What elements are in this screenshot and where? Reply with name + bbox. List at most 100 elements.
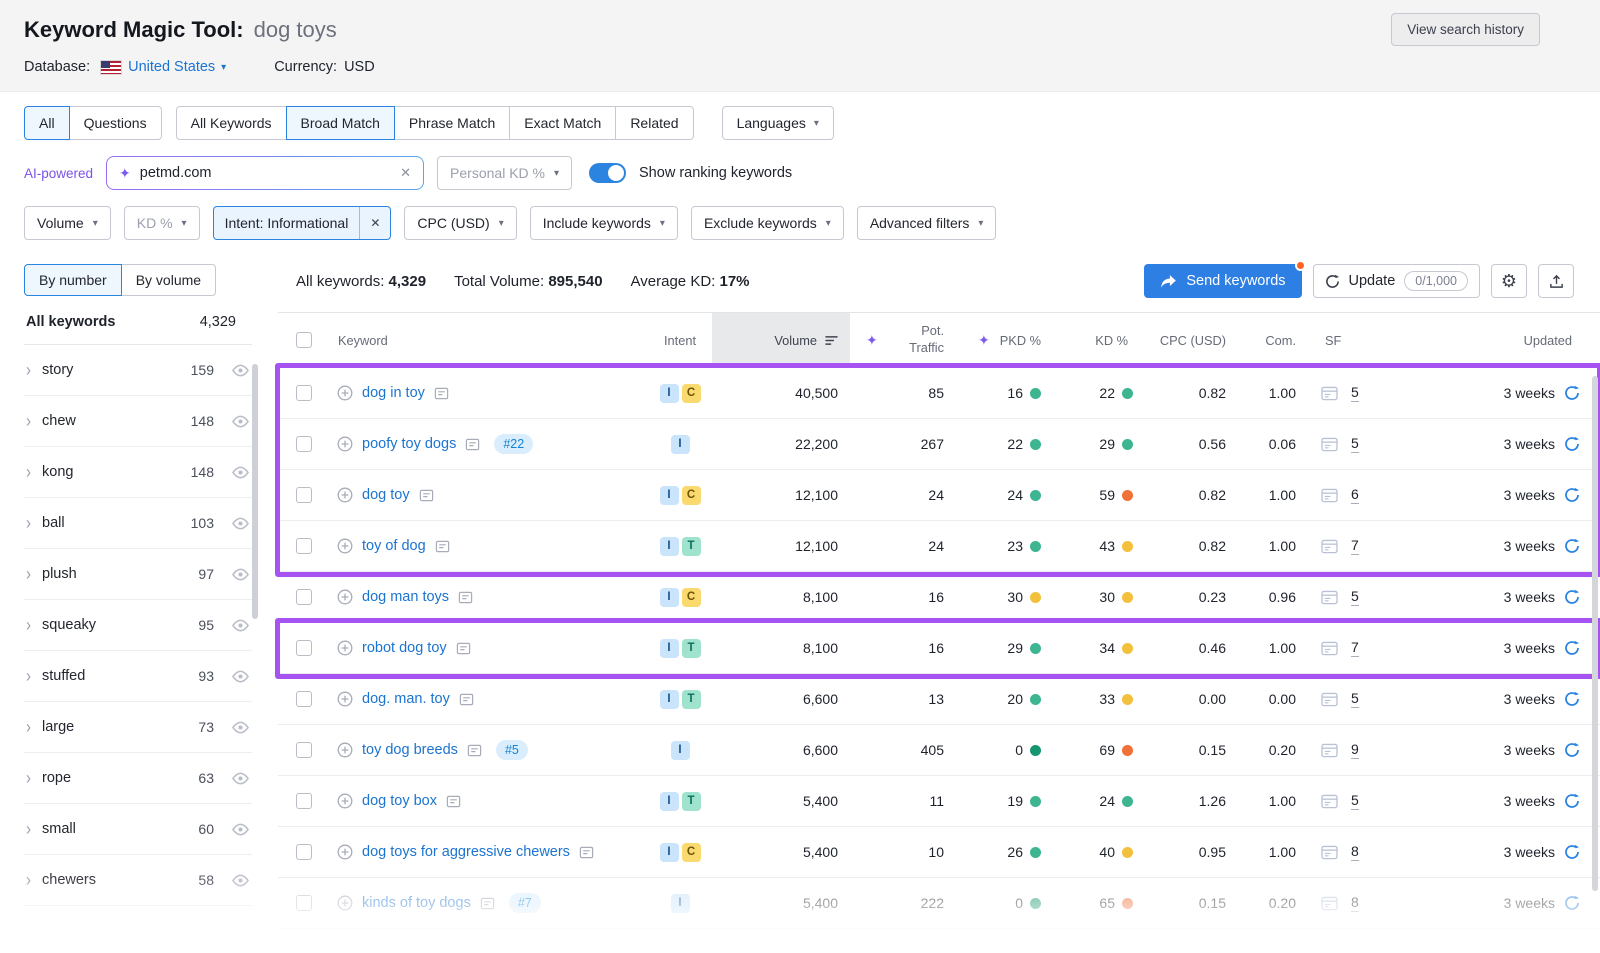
sidebar-group-item[interactable]: › chew 148 bbox=[24, 396, 252, 447]
keyword-link[interactable]: robot dog toy bbox=[362, 640, 447, 656]
sidebar-group-item[interactable]: › squeaky 95 bbox=[24, 600, 252, 651]
add-keyword-icon[interactable] bbox=[337, 844, 353, 860]
refresh-metrics-icon[interactable] bbox=[1564, 793, 1580, 809]
cell-sf[interactable]: 7 bbox=[1351, 537, 1359, 555]
table-row[interactable]: kinds of toy dogs #7 I 5,400 222 0 65 0.… bbox=[278, 878, 1600, 929]
column-header-kd[interactable]: KD % bbox=[1050, 333, 1140, 348]
export-button[interactable] bbox=[1538, 264, 1574, 298]
page-scrollbar[interactable] bbox=[1592, 376, 1598, 891]
view-search-history-button[interactable]: View search history bbox=[1391, 13, 1540, 46]
cell-sf[interactable]: 5 bbox=[1351, 435, 1359, 453]
column-header-cpc[interactable]: CPC (USD) bbox=[1140, 333, 1235, 348]
refresh-metrics-icon[interactable] bbox=[1564, 385, 1580, 401]
eye-icon[interactable] bbox=[231, 823, 250, 836]
table-row[interactable]: dog in toy IC 40,500 85 16 22 0.82 1.00 … bbox=[278, 368, 1600, 419]
serp-preview-icon[interactable] bbox=[1321, 437, 1338, 452]
column-header-intent[interactable]: Intent bbox=[648, 333, 712, 348]
tab-broad-match[interactable]: Broad Match bbox=[286, 106, 395, 140]
tab-exact-match[interactable]: Exact Match bbox=[509, 106, 616, 140]
keyword-details-icon[interactable] bbox=[419, 488, 434, 503]
sidebar-group-item[interactable]: › plush 97 bbox=[24, 549, 252, 600]
keyword-link[interactable]: poofy toy dogs bbox=[362, 436, 456, 452]
all-keywords-group-row[interactable]: All keywords 4,329 bbox=[24, 296, 252, 345]
eye-icon[interactable] bbox=[231, 772, 250, 785]
serp-preview-icon[interactable] bbox=[1321, 743, 1338, 758]
tab-related[interactable]: Related bbox=[615, 106, 693, 140]
serp-preview-icon[interactable] bbox=[1321, 692, 1338, 707]
sidebar-group-item[interactable]: › large 73 bbox=[24, 702, 252, 753]
refresh-metrics-icon[interactable] bbox=[1564, 589, 1580, 605]
serp-preview-icon[interactable] bbox=[1321, 386, 1338, 401]
keyword-details-icon[interactable] bbox=[579, 845, 594, 860]
eye-icon[interactable] bbox=[231, 619, 250, 632]
keyword-details-icon[interactable] bbox=[435, 539, 450, 554]
refresh-metrics-icon[interactable] bbox=[1564, 487, 1580, 503]
cell-sf[interactable]: 8 bbox=[1351, 843, 1359, 861]
remove-intent-filter-icon[interactable]: ✕ bbox=[359, 207, 390, 239]
expand-chevron-icon[interactable]: › bbox=[26, 718, 31, 737]
column-header-updated[interactable]: Updated bbox=[1375, 333, 1600, 348]
add-keyword-icon[interactable] bbox=[337, 895, 353, 911]
row-checkbox[interactable] bbox=[296, 385, 312, 401]
serp-preview-icon[interactable] bbox=[1321, 590, 1338, 605]
keyword-details-icon[interactable] bbox=[480, 896, 495, 911]
eye-icon[interactable] bbox=[231, 874, 250, 887]
serp-preview-icon[interactable] bbox=[1321, 896, 1338, 911]
row-checkbox[interactable] bbox=[296, 487, 312, 503]
expand-chevron-icon[interactable]: › bbox=[26, 361, 31, 380]
sidebar-group-item[interactable]: › chewers 58 bbox=[24, 855, 252, 906]
clear-domain-icon[interactable]: ✕ bbox=[400, 165, 411, 181]
exclude-keywords-filter[interactable]: Exclude keywords ▾ bbox=[691, 206, 844, 240]
sidebar-scrollbar[interactable] bbox=[252, 364, 258, 619]
cell-sf[interactable]: 6 bbox=[1351, 486, 1359, 504]
serp-preview-icon[interactable] bbox=[1321, 488, 1338, 503]
row-checkbox[interactable] bbox=[296, 589, 312, 605]
column-header-sf[interactable]: SF bbox=[1305, 333, 1375, 348]
row-checkbox[interactable] bbox=[296, 895, 312, 911]
keyword-details-icon[interactable] bbox=[434, 386, 449, 401]
kd-filter[interactable]: KD % ▾ bbox=[124, 206, 200, 240]
keyword-link[interactable]: kinds of toy dogs bbox=[362, 895, 471, 911]
keyword-details-icon[interactable] bbox=[456, 641, 471, 656]
expand-chevron-icon[interactable]: › bbox=[26, 769, 31, 788]
keyword-link[interactable]: toy of dog bbox=[362, 538, 426, 554]
refresh-metrics-icon[interactable] bbox=[1564, 640, 1580, 656]
by-volume-tab[interactable]: By volume bbox=[121, 264, 216, 296]
table-row[interactable]: robot dog toy IT 8,100 16 29 34 0.46 1.0… bbox=[278, 623, 1600, 674]
expand-chevron-icon[interactable]: › bbox=[26, 820, 31, 839]
keyword-details-icon[interactable] bbox=[458, 590, 473, 605]
add-keyword-icon[interactable] bbox=[337, 589, 353, 605]
refresh-metrics-icon[interactable] bbox=[1564, 691, 1580, 707]
keyword-link[interactable]: dog in toy bbox=[362, 385, 425, 401]
sidebar-group-item[interactable]: › kong 148 bbox=[24, 447, 252, 498]
cell-sf[interactable]: 7 bbox=[1351, 639, 1359, 657]
table-row[interactable]: dog. man. toy IT 6,600 13 20 33 0.00 0.0… bbox=[278, 674, 1600, 725]
tab-phrase-match[interactable]: Phrase Match bbox=[394, 106, 510, 140]
advanced-filters[interactable]: Advanced filters ▾ bbox=[857, 206, 997, 240]
by-number-tab[interactable]: By number bbox=[24, 264, 122, 296]
domain-input[interactable]: ✦ petmd.com ✕ bbox=[106, 156, 424, 190]
intent-filter[interactable]: Intent: Informational ✕ bbox=[213, 206, 392, 240]
sidebar-group-item[interactable]: › ball 103 bbox=[24, 498, 252, 549]
add-keyword-icon[interactable] bbox=[337, 538, 353, 554]
serp-preview-icon[interactable] bbox=[1321, 794, 1338, 809]
sidebar-group-item[interactable]: › stuffed 93 bbox=[24, 651, 252, 702]
add-keyword-icon[interactable] bbox=[337, 742, 353, 758]
keyword-link[interactable]: dog toy bbox=[362, 487, 410, 503]
table-row[interactable]: dog toy IC 12,100 24 24 59 0.82 1.00 6 3… bbox=[278, 470, 1600, 521]
refresh-metrics-icon[interactable] bbox=[1564, 436, 1580, 452]
row-checkbox[interactable] bbox=[296, 640, 312, 656]
volume-filter[interactable]: Volume ▾ bbox=[24, 206, 111, 240]
tab-all[interactable]: All bbox=[24, 106, 70, 140]
column-header-pkd[interactable]: ✦ PKD % bbox=[952, 333, 1050, 348]
keyword-link[interactable]: toy dog breeds bbox=[362, 742, 458, 758]
cell-sf[interactable]: 5 bbox=[1351, 792, 1359, 810]
personal-kd-dropdown[interactable]: Personal KD % ▾ bbox=[437, 156, 572, 190]
expand-chevron-icon[interactable]: › bbox=[26, 412, 31, 431]
row-checkbox[interactable] bbox=[296, 793, 312, 809]
settings-button[interactable]: ⚙ bbox=[1491, 264, 1527, 298]
tab-questions[interactable]: Questions bbox=[69, 106, 162, 140]
add-keyword-icon[interactable] bbox=[337, 691, 353, 707]
expand-chevron-icon[interactable]: › bbox=[26, 616, 31, 635]
column-header-keyword[interactable]: Keyword bbox=[330, 333, 648, 348]
